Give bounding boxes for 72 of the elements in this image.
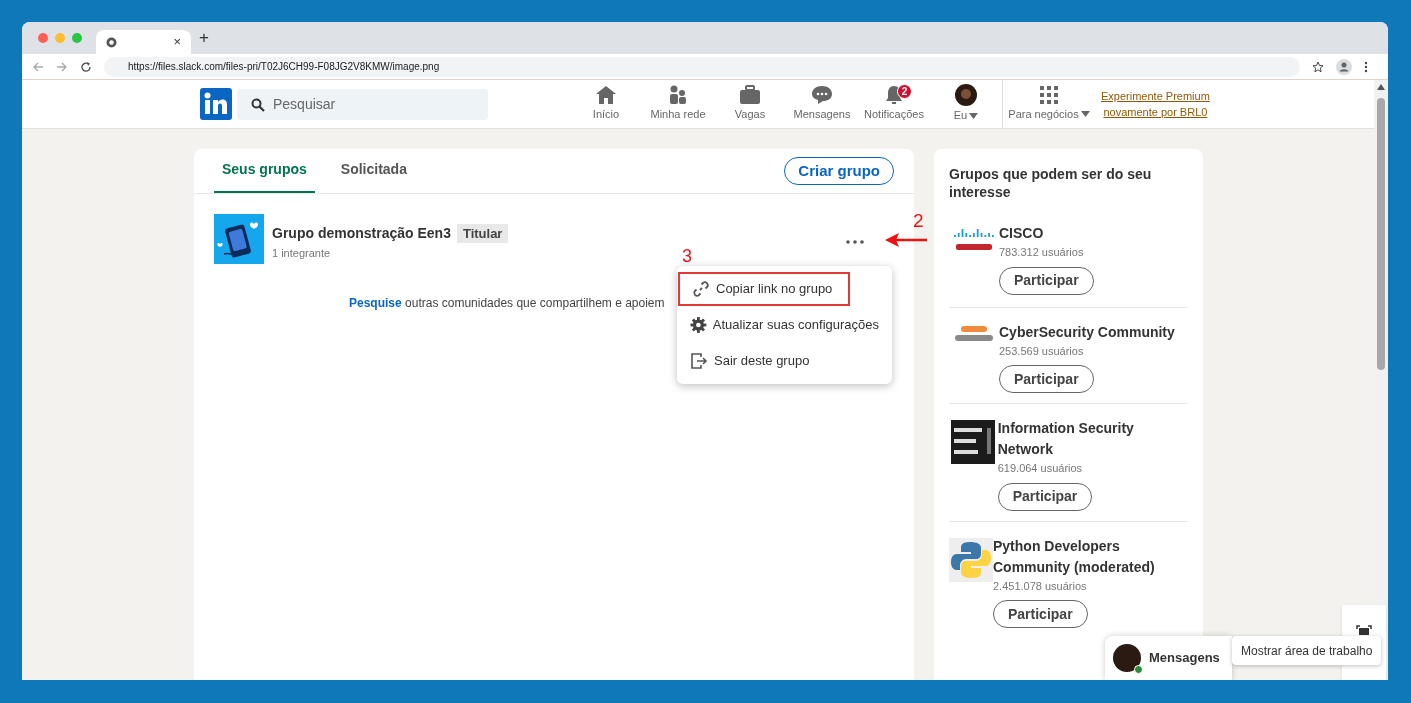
nav-label: Vagas xyxy=(734,107,766,123)
search-link[interactable]: Pesquise xyxy=(349,296,402,310)
business-menu[interactable]: Para negócios xyxy=(1003,80,1095,128)
nav-label: Início xyxy=(592,107,620,123)
messaging-label: Mensagens xyxy=(1149,649,1220,668)
browser-tab[interactable]: × xyxy=(96,30,191,54)
more-icon[interactable] xyxy=(1364,60,1368,73)
scrollbar-thumb[interactable] xyxy=(1377,98,1385,370)
group-title[interactable]: CISCO xyxy=(999,223,1044,244)
new-tab-button[interactable]: + xyxy=(199,25,209,51)
member-count: 2.451.078 usuários xyxy=(993,578,1087,594)
nav-label: Minha rede xyxy=(650,107,706,123)
screen-icon[interactable] xyxy=(1356,625,1372,637)
chat-bubble-icon xyxy=(811,85,833,106)
people-icon xyxy=(668,85,688,106)
groups-tab[interactable]: Seus grupos xyxy=(214,148,315,193)
nav-label: Mensagens xyxy=(793,107,851,123)
wordmark-logo-icon xyxy=(952,323,996,344)
annotation-number: 2 xyxy=(913,211,924,230)
annotation-number: 3 xyxy=(682,247,692,265)
role-badge: Titular xyxy=(456,223,509,244)
group-name[interactable]: Grupo demonstração Een3 xyxy=(272,223,451,244)
suggestions-title: Grupos que podem ser do seu interesse xyxy=(949,165,1153,201)
globe-icon xyxy=(106,36,117,48)
close-tab-icon[interactable]: × xyxy=(173,32,181,52)
profile-icon[interactable] xyxy=(1336,58,1352,75)
url-field[interactable]: https://files.slack.com/files-pri/T02J6CH99-F08JG2V8KMW/image.png xyxy=(104,56,1300,77)
member-count: 783.312 usuários xyxy=(999,245,1084,260)
nav-item[interactable]: Minha rede xyxy=(642,80,714,128)
group-title[interactable]: Information Security Network xyxy=(997,418,1188,460)
groups-tab[interactable]: Solicitada xyxy=(332,148,415,193)
search-field[interactable]: Pesquisar xyxy=(237,88,488,120)
member-count: 1 integrante xyxy=(272,246,332,261)
member-count: 253.569 usuários xyxy=(999,343,1084,359)
in-logo-icon[interactable] xyxy=(200,88,232,120)
exit-icon xyxy=(690,352,708,370)
search-communities-text: Pesquise outras comunidades que compartilhem e apoiem xyxy=(348,295,666,312)
nav-item[interactable]: Eu xyxy=(930,80,1002,128)
link-icon xyxy=(692,280,710,298)
settings-icon xyxy=(690,316,707,334)
premium-link[interactable]: Experimente Premium novamente por BRL0 xyxy=(1101,88,1210,120)
notification-badge: 2 xyxy=(897,84,912,99)
nav-label: Notificações xyxy=(864,107,924,123)
tooltip: Mostrar área de trabalho xyxy=(1232,636,1382,665)
briefcase-icon xyxy=(739,85,761,106)
home-icon xyxy=(595,85,617,106)
menu-item[interactable]: Sair deste grupo xyxy=(677,344,892,378)
member-count: 619.064 usuários xyxy=(997,461,1083,476)
menu-item[interactable]: Atualizar suas configurações xyxy=(677,308,892,342)
arrow-icon xyxy=(885,233,927,247)
scroll-up-icon[interactable] xyxy=(1377,84,1385,90)
messaging-bar[interactable]: Mensagens xyxy=(1105,636,1232,680)
nav-label: Eu xyxy=(953,108,968,124)
nav-item[interactable]: 2 Notificações xyxy=(858,80,930,128)
more-options-icon[interactable] xyxy=(846,240,864,244)
grid-icon xyxy=(1040,85,1058,104)
group-title[interactable]: CyberSecurity Community xyxy=(999,321,1175,343)
star-icon[interactable] xyxy=(1312,60,1324,73)
caret-icon xyxy=(969,112,979,119)
caret-icon xyxy=(1080,111,1090,117)
dark-square-logo-icon xyxy=(951,420,996,464)
bell-icon xyxy=(884,85,904,106)
snakes-logo-icon xyxy=(949,537,993,582)
nav-label: Para negócios xyxy=(1008,106,1079,122)
nav-item[interactable]: Vagas xyxy=(714,80,786,128)
nav-item[interactable]: Mensagens xyxy=(786,80,858,128)
search-icon xyxy=(251,97,265,112)
avatar-icon xyxy=(955,84,977,107)
reload-icon[interactable] xyxy=(80,60,92,73)
group-title[interactable]: Python Developers Community (moderated) xyxy=(993,535,1188,578)
nav-item[interactable]: Início xyxy=(570,80,642,128)
menu-item[interactable]: Copiar link no grupo xyxy=(678,272,850,306)
